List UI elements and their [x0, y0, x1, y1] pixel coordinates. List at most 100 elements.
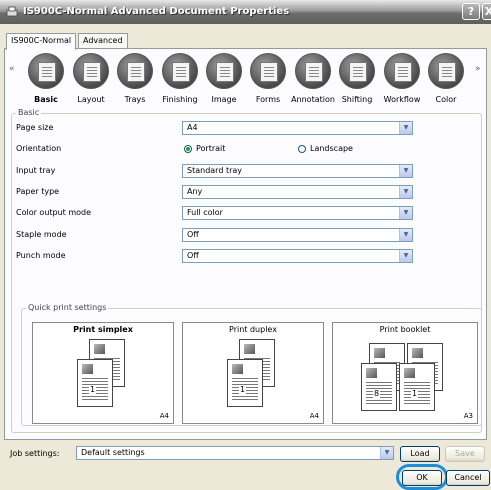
page-sheet: 1: [77, 359, 113, 407]
workflow-icon: [384, 53, 420, 89]
category-basic[interactable]: Basic: [23, 53, 69, 109]
portrait-label: Portrait: [196, 144, 226, 153]
category-label: Image: [211, 95, 237, 104]
forms-icon: [250, 53, 286, 89]
landscape-label: Landscape: [310, 144, 353, 153]
category-shifting[interactable]: Shifting: [334, 53, 380, 109]
paper-size-label: A4: [309, 412, 319, 420]
staple-mode-select[interactable]: Off ▼: [182, 228, 413, 242]
color-output-mode-label: Color output mode: [16, 208, 92, 217]
save-button[interactable]: Save: [445, 446, 485, 462]
color-output-mode-value: Full color: [187, 208, 223, 217]
punch-mode-label: Punch mode: [16, 251, 66, 260]
basic-group-title: Basic: [16, 108, 42, 117]
page-number: 1: [89, 385, 97, 394]
shifting-icon: [339, 53, 375, 89]
print-simplex-card[interactable]: Print simplex 2 1 A4: [32, 322, 174, 424]
paper-type-select[interactable]: Any ▼: [182, 185, 413, 199]
category-label: Basic: [34, 95, 58, 104]
category-workflow[interactable]: Workflow: [379, 53, 425, 109]
title-bar[interactable]: IS900C-Normal Advanced Document Properti…: [0, 0, 491, 24]
close-button[interactable]: X: [482, 3, 491, 20]
quick-print-title: Quick print settings: [26, 303, 109, 312]
basic-document-icon: [28, 53, 64, 89]
category-bar: « Basic Layout Trays Finishing Image For…: [5, 49, 486, 111]
chevron-down-icon[interactable]: ▼: [399, 165, 412, 177]
page-size-value: A4: [187, 123, 198, 132]
page-sheet: 1: [399, 363, 435, 411]
printer-icon: [6, 6, 18, 17]
category-layout[interactable]: Layout: [68, 53, 114, 109]
category-finishing[interactable]: Finishing: [157, 53, 203, 109]
help-button[interactable]: ?: [462, 3, 480, 20]
category-label: Forms: [255, 95, 281, 104]
annotation-icon: [295, 53, 331, 89]
paper-size-label: A3: [463, 412, 473, 420]
image-icon: [206, 53, 242, 89]
chevron-down-icon[interactable]: ▼: [399, 229, 412, 241]
picture-icon: [94, 344, 105, 354]
ok-button[interactable]: OK: [402, 470, 442, 486]
orientation-label: Orientation: [16, 144, 62, 153]
paper-size-label: A4: [159, 412, 169, 420]
category-color[interactable]: Color: [423, 53, 469, 109]
color-output-mode-select[interactable]: Full color ▼: [182, 206, 413, 220]
staple-mode-value: Off: [187, 230, 199, 239]
job-settings-label: Job settings:: [10, 449, 60, 458]
input-tray-value: Standard tray: [187, 166, 242, 175]
picture-icon: [244, 344, 255, 354]
picture-icon: [412, 348, 423, 358]
picture-icon: [374, 348, 385, 358]
layout-icon: [73, 53, 109, 89]
staple-mode-label: Staple mode: [16, 230, 67, 239]
input-tray-label: Input tray: [16, 166, 56, 175]
finishing-icon: [162, 53, 198, 89]
category-forms[interactable]: Forms: [245, 53, 291, 109]
punch-mode-select[interactable]: Off ▼: [182, 249, 413, 263]
landscape-radio[interactable]: [298, 145, 306, 153]
scroll-right-icon[interactable]: »: [475, 64, 481, 74]
chevron-down-icon[interactable]: ▼: [380, 447, 393, 459]
category-image[interactable]: Image: [201, 53, 247, 109]
page-number: 1: [239, 385, 247, 394]
input-tray-select[interactable]: Standard tray ▼: [182, 164, 413, 178]
print-duplex-title: Print duplex: [229, 325, 277, 334]
tab-is900c-normal[interactable]: IS900C-Normal: [6, 33, 77, 50]
print-booklet-card[interactable]: Print booklet 6 3 8 1 A3: [332, 322, 478, 424]
paper-type-value: Any: [187, 187, 203, 196]
window-title: IS900C-Normal Advanced Document Properti…: [23, 6, 290, 17]
chevron-down-icon[interactable]: ▼: [399, 207, 412, 219]
page-number: 1: [411, 389, 419, 398]
load-button[interactable]: Load: [400, 446, 440, 462]
chevron-down-icon[interactable]: ▼: [399, 122, 412, 134]
chevron-down-icon[interactable]: ▼: [399, 186, 412, 198]
paper-type-label: Paper type: [16, 187, 60, 196]
color-icon: [428, 53, 464, 89]
page-number: 8: [373, 389, 381, 398]
tab-panel: « Basic Layout Trays Finishing Image For…: [4, 48, 487, 440]
portrait-radio[interactable]: [184, 145, 192, 153]
tab-advanced[interactable]: Advanced: [78, 33, 128, 49]
job-settings-value: Default settings: [81, 448, 145, 457]
job-settings-select[interactable]: Default settings ▼: [76, 446, 394, 460]
document-properties-window: IS900C-Normal Advanced Document Properti…: [0, 0, 491, 490]
category-label: Layout: [77, 95, 105, 104]
print-simplex-title: Print simplex: [73, 325, 133, 334]
category-label: Shifting: [341, 95, 373, 104]
page-size-select[interactable]: A4 ▼: [182, 121, 413, 135]
scroll-left-icon[interactable]: «: [9, 64, 15, 74]
category-trays[interactable]: Trays: [112, 53, 158, 109]
picture-icon: [366, 368, 377, 378]
category-annotation[interactable]: Annotation: [290, 53, 336, 109]
page-sheet: 8: [361, 363, 397, 411]
category-label: Trays: [124, 95, 146, 104]
print-duplex-card[interactable]: Print duplex 3 1 A4: [182, 322, 324, 424]
category-label: Workflow: [383, 95, 421, 104]
picture-icon: [404, 368, 415, 378]
punch-mode-value: Off: [187, 251, 199, 260]
cancel-button[interactable]: Cancel: [446, 470, 490, 486]
page-size-label: Page size: [16, 123, 54, 132]
chevron-down-icon[interactable]: ▼: [399, 250, 412, 262]
print-booklet-title: Print booklet: [379, 325, 431, 334]
category-label: Finishing: [162, 95, 198, 104]
